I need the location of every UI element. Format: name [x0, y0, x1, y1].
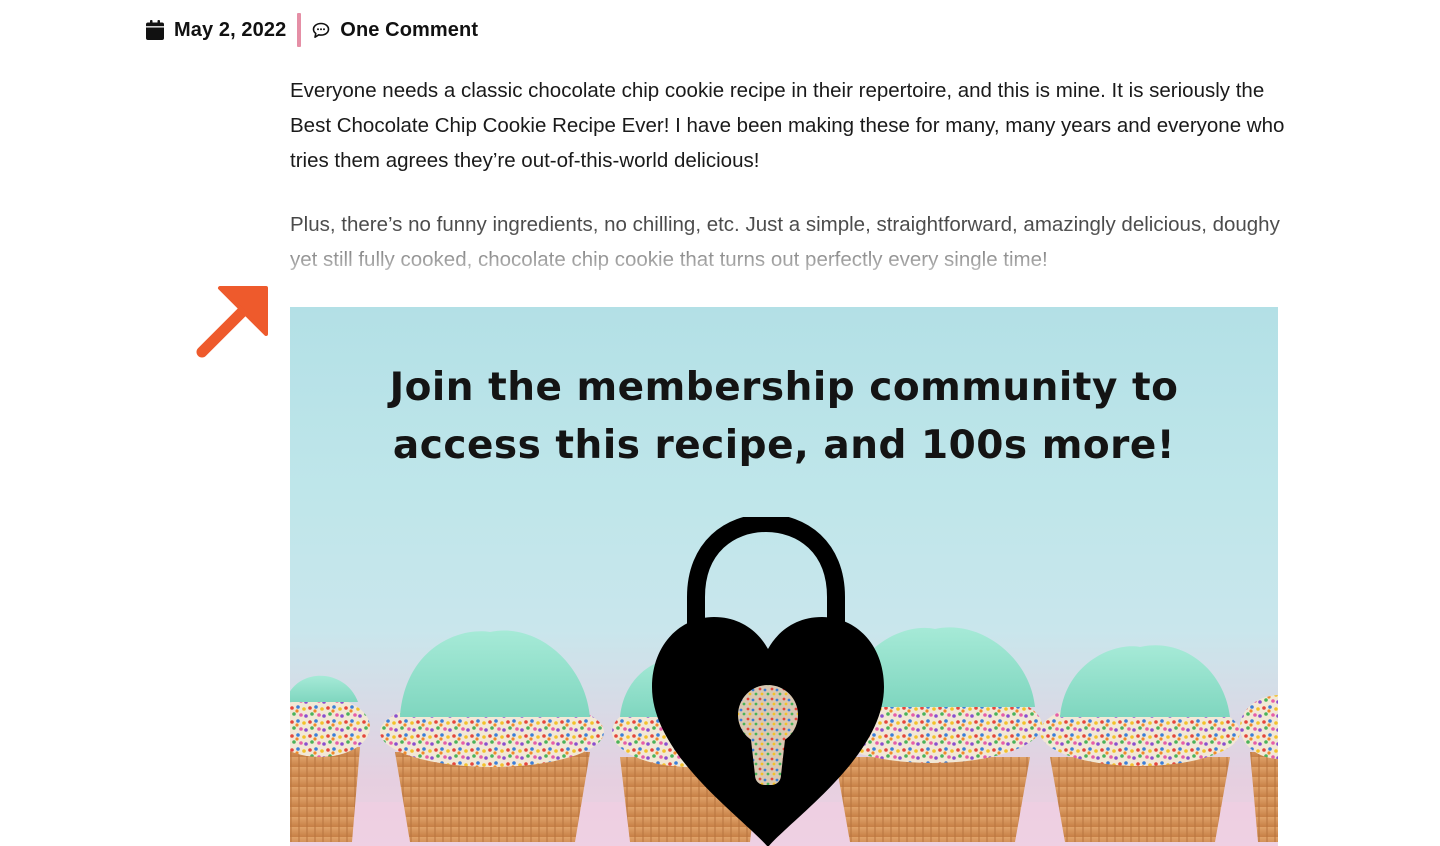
banner-headline-line-2: access this recipe, and 100s more!: [392, 423, 1176, 468]
cupcake: [380, 630, 604, 842]
banner-headline-line-1: Join the membership community to: [389, 365, 1179, 410]
post-meta: May 2, 2022 One Comment: [146, 12, 478, 48]
article-paragraph-faded: Plus, there’s no funny ingredients, no c…: [290, 213, 1280, 271]
membership-banner[interactable]: Join the membership community to access …: [290, 307, 1278, 846]
article-body: Everyone needs a classic chocolate chip …: [290, 73, 1290, 306]
banner-headline: Join the membership community to access …: [290, 359, 1278, 475]
cupcake: [1040, 645, 1240, 842]
calendar-icon: [146, 20, 164, 40]
page: May 2, 2022 One Comment Everyone needs a…: [0, 0, 1440, 846]
arrow-up-right-icon: [190, 282, 272, 364]
post-date-link[interactable]: May 2, 2022: [146, 19, 286, 42]
article-paragraph: Everyone needs a classic chocolate chip …: [290, 79, 1285, 172]
comments-count: One Comment: [340, 18, 479, 41]
speech-bubble-icon: [312, 22, 330, 39]
comments-link[interactable]: One Comment: [312, 19, 478, 42]
meta-divider: [297, 13, 302, 47]
post-date: May 2, 2022: [174, 18, 287, 41]
heart-padlock-icon: [652, 517, 884, 846]
